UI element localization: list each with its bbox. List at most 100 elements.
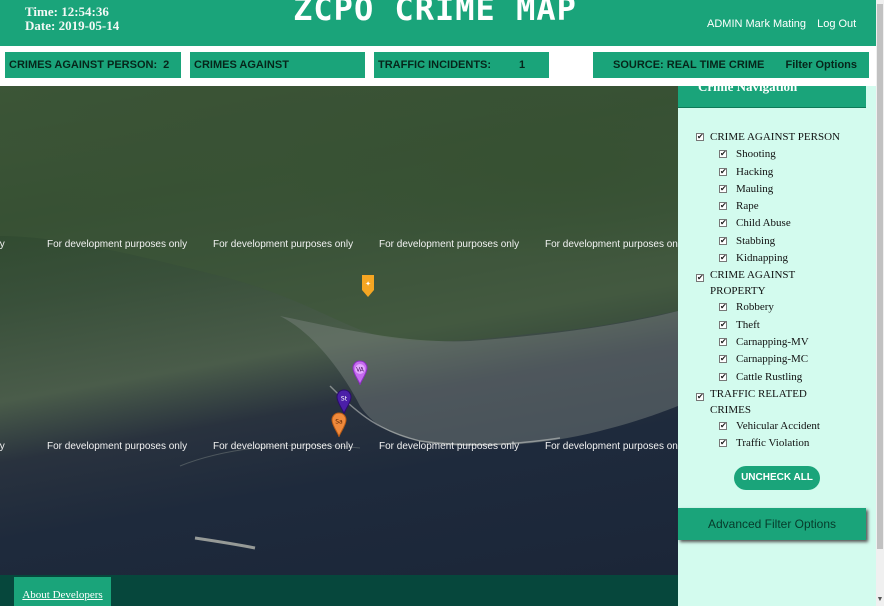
category-label: TRAFFIC RELATED	[710, 387, 807, 400]
page-footer: About Developers	[0, 575, 678, 606]
filter-options-button[interactable]: Filter Options	[786, 52, 858, 78]
marker-label: VA	[356, 367, 365, 374]
scroll-down-arrow-icon[interactable]: ▼	[876, 596, 884, 604]
checkbox[interactable]: ✔	[696, 392, 704, 401]
filter-label: Hacking	[736, 165, 774, 178]
watermark-text: For development purposes only	[379, 239, 520, 250]
checkbox[interactable]: ✔	[719, 184, 727, 193]
watermark-text: For development purposes only	[545, 441, 678, 452]
category-crime-against-person[interactable]: ✔ CRIME AGAINST PERSON	[696, 129, 840, 146]
marker-label: Sa	[335, 419, 343, 426]
checkbox[interactable]: ✔	[719, 439, 727, 448]
logout-link[interactable]: Log Out	[817, 18, 856, 30]
counter-value: 1	[519, 59, 526, 71]
category-label: PROPERTY	[710, 285, 766, 298]
category-label: CRIME AGAINST PERSON	[710, 131, 840, 143]
source-label: SOURCE: REAL TIME CRIME	[613, 59, 765, 71]
filter-item-carnapping-mc[interactable]: ✔ Carnapping-MC	[696, 351, 840, 368]
watermark-text: nly	[0, 441, 5, 452]
filter-item-shooting[interactable]: ✔ Shooting	[696, 146, 840, 163]
category-label: CRIMES	[710, 403, 751, 416]
filter-item-hacking[interactable]: ✔ Hacking	[696, 164, 840, 181]
traffic-incidents-counter[interactable]: TRAFFIC INCIDENTS: 1	[374, 52, 549, 78]
category-traffic-related-crimes[interactable]: ✔ TRAFFIC RELATED CRIMES	[696, 386, 840, 418]
checkbox[interactable]: ✔	[719, 219, 727, 228]
crime-marker-icon[interactable]: ✦	[361, 274, 375, 298]
crime-navigation-panel: Crime Navigation ✔ CRIME AGAINST PERSON …	[678, 86, 876, 606]
watermark-text: For development purposes only	[47, 239, 188, 250]
crimes-against-property-counter[interactable]: CRIMES AGAINST PROPERTY:4	[190, 52, 365, 97]
map-terrain	[0, 86, 678, 550]
filter-label: Theft	[736, 318, 760, 331]
checkbox[interactable]: ✔	[696, 133, 704, 141]
filter-label: Vehicular Accident	[736, 419, 820, 432]
filter-label: Robbery	[736, 301, 774, 314]
time-text: Time: 12:54:36	[25, 4, 109, 19]
checkbox[interactable]: ✔	[719, 337, 727, 346]
user-links: ADMIN Mark Mating Log Out	[707, 18, 864, 30]
checkbox[interactable]: ✔	[719, 421, 727, 430]
checkbox[interactable]: ✔	[719, 254, 727, 263]
filter-label: Shooting	[736, 148, 776, 161]
page-scrollbar[interactable]: ▼	[876, 0, 884, 606]
watermark-text: For development purposes only	[47, 441, 188, 452]
watermark-text: For development purposes only	[379, 441, 520, 452]
checkbox[interactable]: ✔	[719, 202, 727, 211]
filter-item-child-abuse[interactable]: ✔ Child Abuse	[696, 215, 840, 232]
checkbox[interactable]: ✔	[719, 167, 727, 176]
filter-label: Stabbing	[736, 234, 776, 247]
filter-item-stabbing[interactable]: ✔ Stabbing	[696, 233, 840, 250]
counter-label: TRAFFIC INCIDENTS:	[378, 59, 492, 71]
counter-value: 2	[163, 59, 170, 71]
checkbox[interactable]: ✔	[719, 372, 727, 381]
crime-filter-list: ✔ CRIME AGAINST PERSON ✔ Shooting ✔ Hackin…	[696, 129, 840, 452]
filter-item-robbery[interactable]: ✔ Robbery	[696, 299, 840, 316]
filter-item-vehicular-accident[interactable]: ✔ Vehicular Accident	[696, 418, 840, 435]
admin-link[interactable]: ADMIN Mark Mating	[707, 18, 806, 30]
app-header: Time: 12:54:36 Date: 2019-05-14 ZCPO CRI…	[0, 0, 876, 46]
filter-label: Traffic Violation	[736, 437, 810, 450]
uncheck-all-button[interactable]: UNCHECK ALL	[734, 466, 820, 490]
watermark-text: For development purposes only	[545, 239, 678, 250]
checkbox[interactable]: ✔	[719, 236, 727, 245]
svg-text:✦: ✦	[365, 280, 371, 288]
watermark-text: nly	[0, 239, 5, 250]
filter-item-mauling[interactable]: ✔ Mauling	[696, 181, 840, 198]
checkbox[interactable]: ✔	[719, 320, 727, 329]
filter-label: Mauling	[736, 182, 774, 195]
category-label: CRIME AGAINST	[710, 269, 796, 282]
filter-label: Child Abuse	[736, 217, 791, 230]
page-title: ZCPO CRIME MAP	[293, 0, 577, 28]
filter-item-traffic-violation[interactable]: ✔ Traffic Violation	[696, 435, 840, 452]
filter-item-theft[interactable]: ✔ Theft	[696, 317, 840, 334]
watermark-text: For development purposes only	[213, 441, 354, 452]
crime-marker-icon[interactable]: VA	[352, 360, 368, 386]
checkbox[interactable]: ✔	[719, 355, 727, 364]
counter-label: CRIMES AGAINST PERSON:	[9, 59, 158, 71]
filter-label: Carnapping-MC	[736, 353, 809, 366]
filter-label: Cattle Rustling	[736, 370, 803, 383]
checkbox[interactable]: ✔	[719, 303, 727, 312]
crime-map[interactable]: nly For development purposes only For de…	[0, 86, 678, 575]
scrollbar-thumb[interactable]	[877, 4, 883, 549]
advanced-filter-options-button[interactable]: Advanced Filter Options	[678, 508, 866, 540]
crime-marker-icon[interactable]: Sa	[331, 412, 347, 438]
marker-label: St	[341, 396, 348, 403]
checkbox[interactable]: ✔	[696, 274, 704, 283]
filter-item-carnapping-mv[interactable]: ✔ Carnapping-MV	[696, 334, 840, 351]
filter-item-kidnapping[interactable]: ✔ Kidnapping	[696, 250, 840, 267]
source-filter-bar: SOURCE: REAL TIME CRIME Filter Options	[593, 52, 869, 78]
category-crime-against-property[interactable]: ✔ CRIME AGAINST PROPERTY	[696, 267, 840, 299]
filter-item-cattle-rustling[interactable]: ✔ Cattle Rustling	[696, 369, 840, 386]
watermark-text: For development purposes only	[213, 239, 354, 250]
filter-label: Carnapping-MV	[736, 335, 809, 348]
crime-navigation-title: Crime Navigation	[678, 86, 866, 108]
checkbox[interactable]: ✔	[719, 150, 727, 159]
filter-label: Rape	[736, 200, 759, 213]
datetime-display: Time: 12:54:36 Date: 2019-05-14	[25, 5, 119, 33]
filter-label: Kidnapping	[736, 252, 788, 265]
filter-item-rape[interactable]: ✔ Rape	[696, 198, 840, 215]
about-developers-link[interactable]: About Developers	[14, 577, 111, 606]
counter-bar: CRIMES AGAINST PERSON: 2 CRIMES AGAINST P…	[0, 46, 876, 97]
crimes-against-person-counter[interactable]: CRIMES AGAINST PERSON: 2	[5, 52, 181, 78]
